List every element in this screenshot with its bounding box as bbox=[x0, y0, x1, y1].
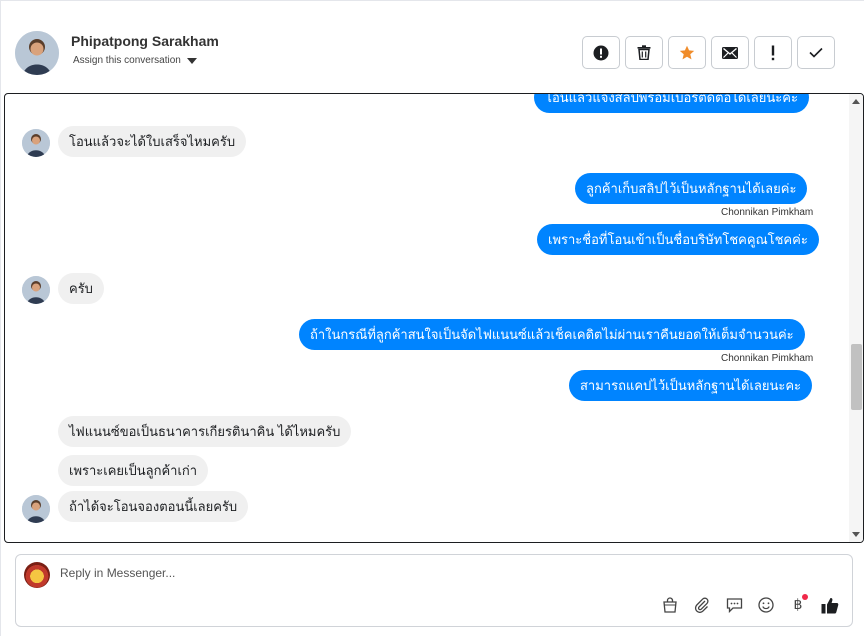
baht-symbol: ฿ bbox=[793, 597, 803, 613]
check-icon bbox=[809, 47, 823, 58]
message-outgoing: โอนแล้วแจ้งสลิปพร้อมเบอร์ติดต่อได้เลยนะค… bbox=[534, 94, 809, 113]
alert-circle-icon bbox=[593, 45, 609, 60]
contact-avatar-small bbox=[22, 276, 50, 304]
message-outgoing: สามารถแคปไว้เป็นหลักฐานได้เลยนะคะ bbox=[569, 370, 813, 401]
message-incoming: เพราะเคยเป็นลูกค้าเก่า bbox=[58, 455, 209, 486]
thumbs-up-icon[interactable] bbox=[820, 595, 840, 615]
caret-down-icon bbox=[186, 57, 197, 64]
message-incoming: ครับ bbox=[58, 273, 104, 304]
message-outgoing: ถ้าในกรณีที่ลูกค้าสนใจเป็นจัดไฟแนนซ์แล้ว… bbox=[299, 319, 805, 350]
mark-done-button[interactable] bbox=[797, 36, 835, 69]
conversation-actions bbox=[582, 36, 835, 69]
assign-label: Assign this conversation bbox=[73, 55, 181, 66]
star-button[interactable] bbox=[668, 36, 706, 69]
message-thread[interactable]: โอนแล้วแจ้งสลิปพร้อมเบอร์ติดต่อได้เลยนะค… bbox=[4, 93, 864, 543]
message-outgoing: เพราะชื่อที่โอนเข้าเป็นชื่อบริษัทโชคคูณโ… bbox=[537, 224, 819, 255]
conversation-header: Phipatpong Sarakham Assign this conversa… bbox=[1, 13, 864, 93]
sender-label: Chonnikan Pimkham bbox=[721, 207, 814, 218]
star-icon bbox=[679, 45, 695, 59]
mark-spam-button[interactable] bbox=[582, 36, 620, 69]
delete-button[interactable] bbox=[625, 36, 663, 69]
contact-avatar-small bbox=[22, 129, 50, 157]
message-outgoing: ลูกค้าเก็บสลิปไว้เป็นหลักฐานได้เลยค่ะ bbox=[575, 173, 808, 204]
mark-unread-button[interactable] bbox=[711, 36, 749, 69]
baht-icon[interactable]: ฿ bbox=[788, 594, 808, 615]
scroll-down-arrow-icon[interactable] bbox=[852, 532, 860, 537]
trash-icon bbox=[637, 45, 651, 60]
notification-dot bbox=[802, 594, 808, 600]
smiley-icon[interactable] bbox=[756, 595, 776, 615]
message-incoming: ถ้าได้จะโอนจองตอนนี้เลยครับ bbox=[58, 491, 249, 522]
follow-up-button[interactable] bbox=[754, 36, 792, 69]
composer-tools: ฿ bbox=[660, 594, 840, 615]
contact-avatar-small bbox=[22, 495, 50, 523]
envelope-icon bbox=[722, 46, 738, 59]
assign-conversation-dropdown[interactable]: Assign this conversation bbox=[73, 55, 197, 66]
speech-bubble-icon[interactable] bbox=[724, 595, 744, 615]
message-incoming: ไฟแนนซ์ขอเป็นธนาคารเกียรตินาคิน ได้ไหมคร… bbox=[58, 416, 352, 447]
reply-input[interactable] bbox=[60, 566, 760, 580]
inbox-conversation-view: Phipatpong Sarakham Assign this conversa… bbox=[0, 0, 864, 636]
scroll-up-arrow-icon[interactable] bbox=[852, 99, 860, 104]
message-incoming: โอนแล้วจะได้ใบเสร็จไหมครับ bbox=[58, 126, 247, 157]
contact-avatar[interactable] bbox=[15, 31, 59, 75]
sender-label: Chonnikan Pimkham bbox=[721, 353, 814, 364]
scroll-thumb[interactable] bbox=[851, 344, 862, 410]
page-avatar bbox=[24, 562, 50, 588]
contact-name[interactable]: Phipatpong Sarakham bbox=[71, 33, 219, 49]
exclamation-icon bbox=[771, 45, 775, 60]
bag-icon[interactable] bbox=[660, 595, 680, 615]
reply-composer: ฿ bbox=[15, 554, 853, 627]
paperclip-icon[interactable] bbox=[692, 595, 712, 615]
thread-scrollbar[interactable] bbox=[849, 94, 863, 542]
